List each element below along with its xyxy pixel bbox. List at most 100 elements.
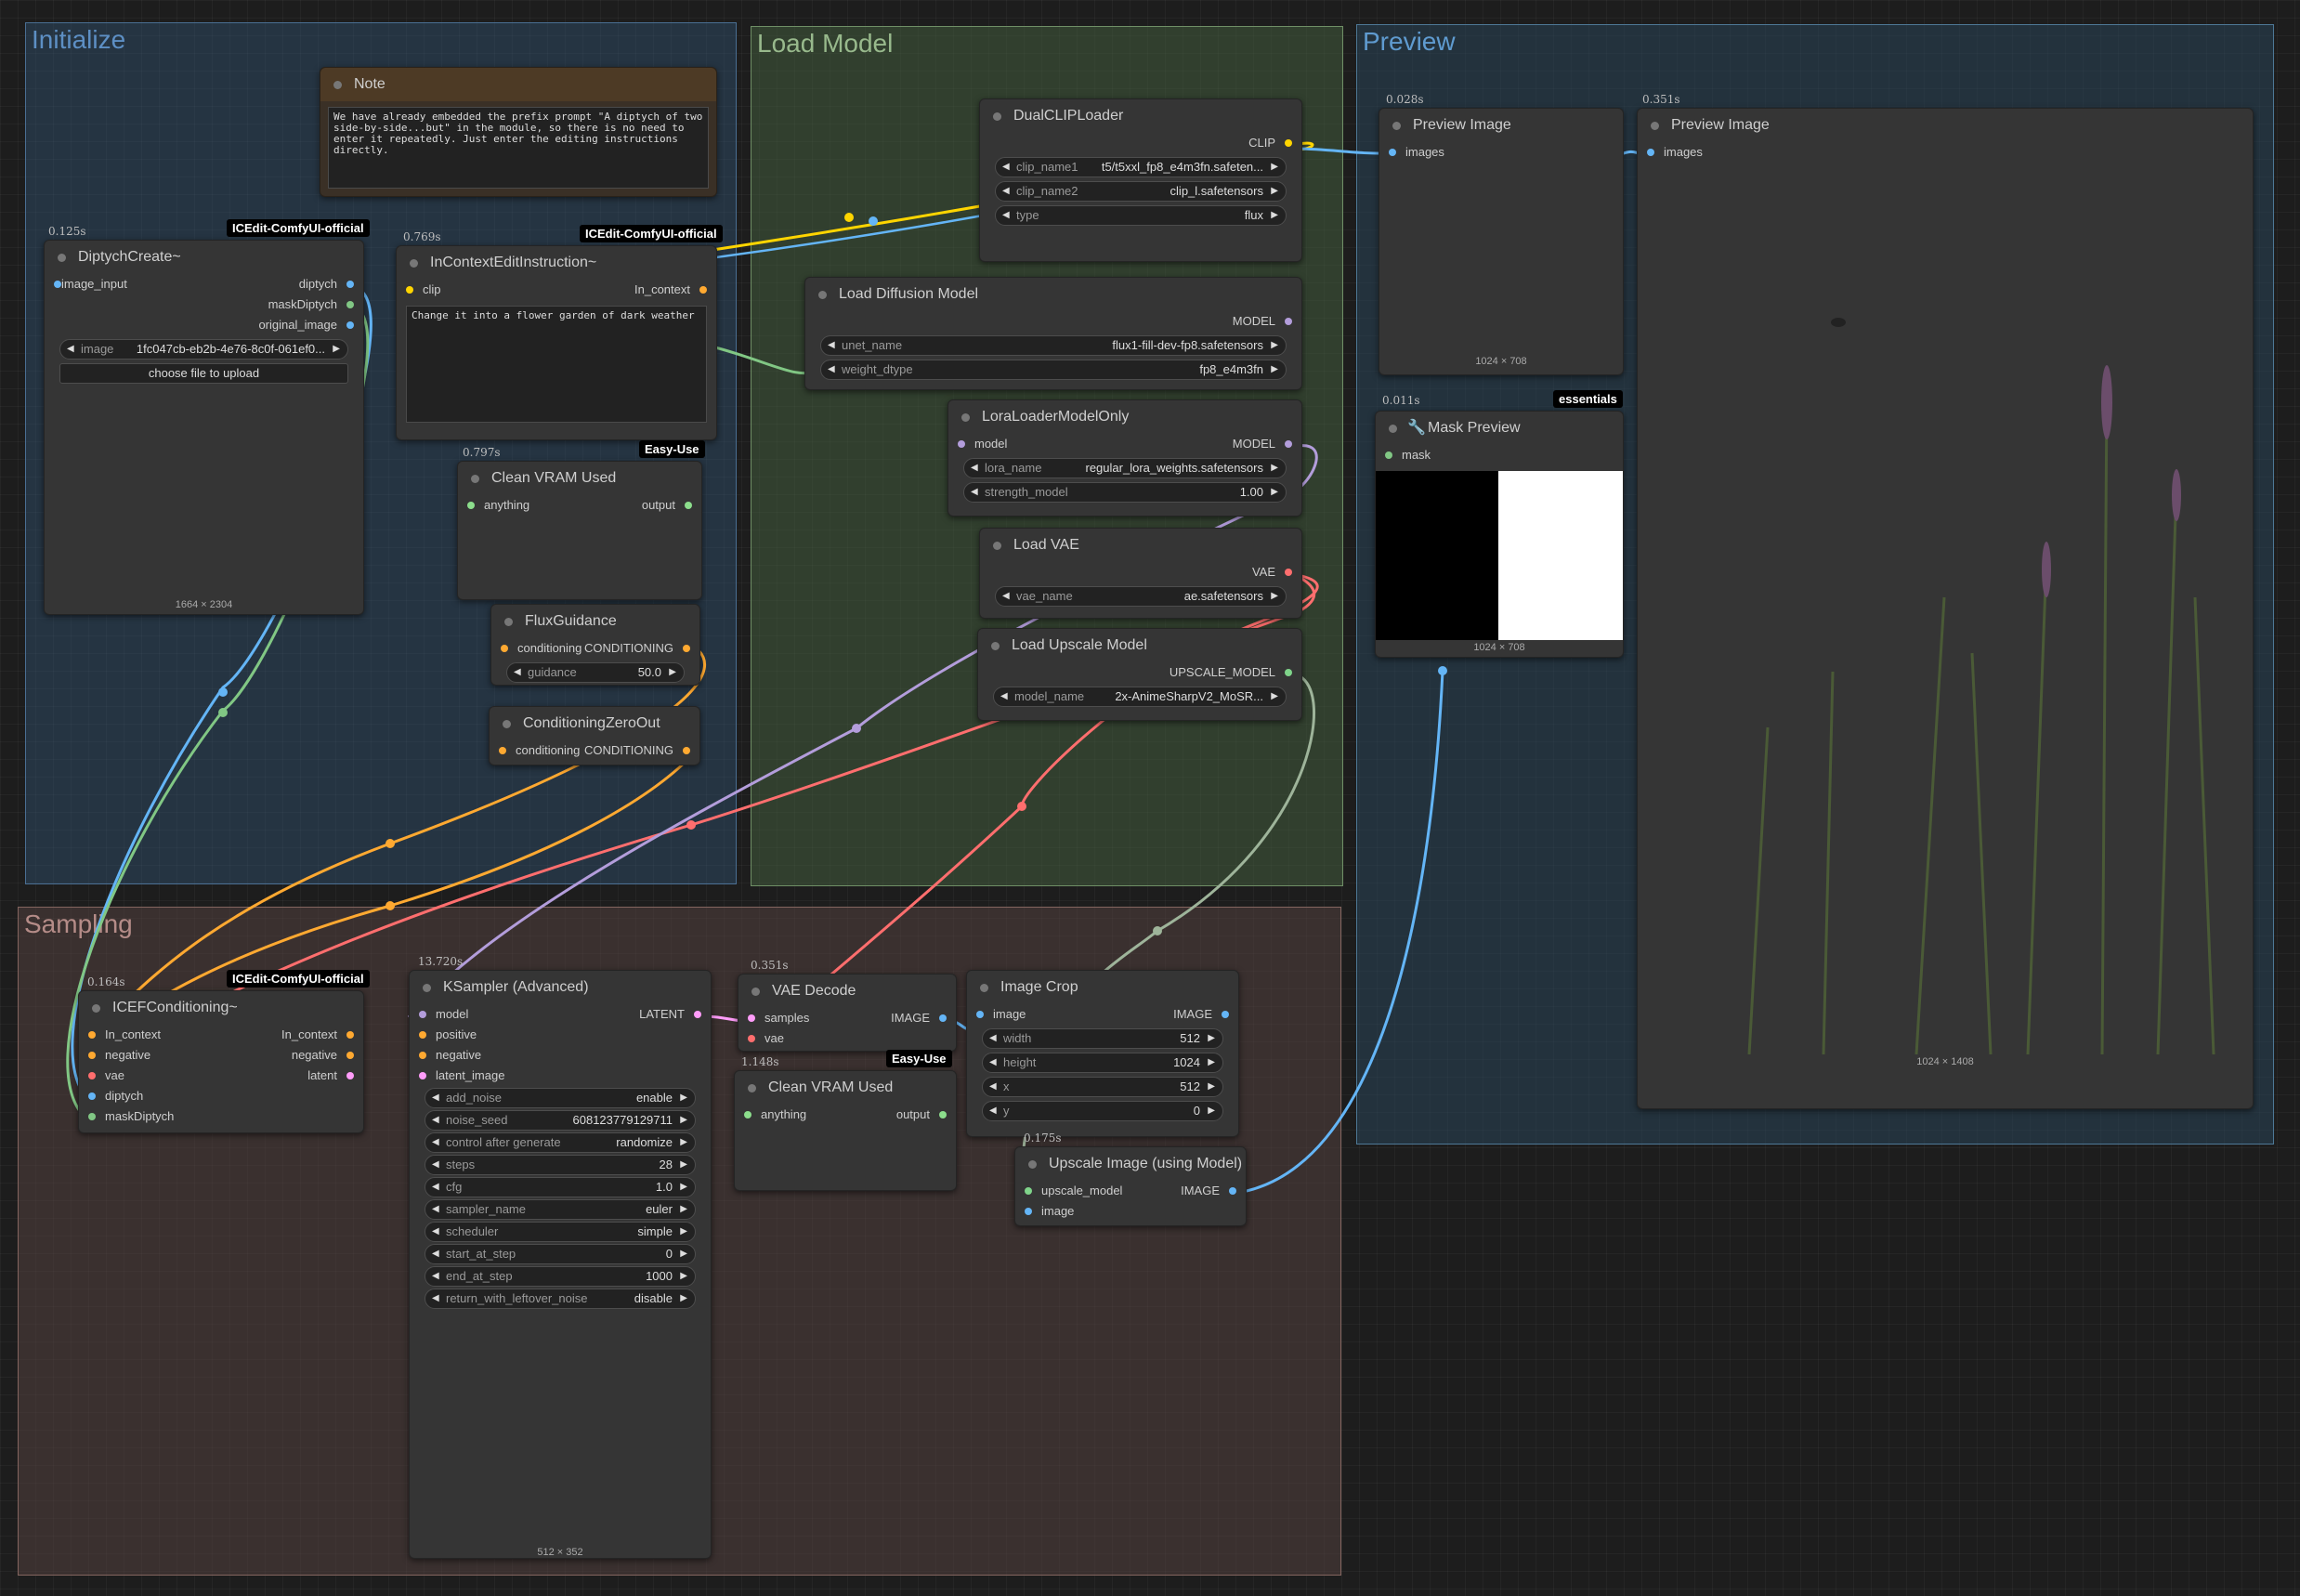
collapse-icon[interactable] [333,81,342,89]
note-node[interactable]: Note We have already embedded the prefix… [320,67,717,197]
right-arrow-icon[interactable]: ▶ [1208,1029,1215,1048]
port-row[interactable]: image IMAGE [967,1004,1238,1025]
output-port[interactable] [346,1052,354,1059]
left-arrow-icon[interactable]: ◀ [828,360,835,379]
collapse-icon[interactable] [751,988,760,996]
node-title[interactable]: Load Upscale Model [978,629,1301,662]
collapse-icon[interactable] [58,254,66,262]
node-title[interactable]: DualCLIPLoader [980,99,1301,133]
sampler-name-widget[interactable]: ◀ sampler_name euler ▶ [425,1199,696,1220]
input-port[interactable] [467,502,475,509]
output-port[interactable] [346,301,354,308]
port-row[interactable]: anything output [735,1105,956,1125]
port-row[interactable]: MODEL [805,311,1301,332]
node-title[interactable]: InContextEditInstruction~ [397,246,716,280]
output-port[interactable] [685,502,692,509]
collapse-icon[interactable] [818,291,827,299]
output-port[interactable] [1285,569,1292,576]
input-port[interactable] [419,1072,426,1079]
node-title[interactable]: Preview Image [1379,109,1623,142]
node-title[interactable]: Clean VRAM Used [458,462,701,495]
diptych-create-node[interactable]: DiptychCreate~ image_input diptych maskDi… [44,240,364,615]
noise-seed-widget[interactable]: ◀ noise_seed 608123779129711 ▶ [425,1110,696,1131]
right-arrow-icon[interactable]: ▶ [680,1111,687,1130]
output-port[interactable] [1222,1011,1229,1018]
clip-name2-widget[interactable]: ◀ clip_name2 clip_l.safetensors ▶ [995,181,1287,202]
left-arrow-icon[interactable]: ◀ [1002,587,1010,606]
left-arrow-icon[interactable]: ◀ [67,340,74,359]
output-port[interactable] [1285,669,1292,676]
left-arrow-icon[interactable]: ◀ [971,459,978,477]
left-arrow-icon[interactable]: ◀ [989,1078,997,1096]
input-port[interactable] [748,1014,755,1022]
left-arrow-icon[interactable]: ◀ [432,1267,439,1286]
load-vae-node[interactable]: Load VAE VAE ◀ vae_name ae.safetensors ▶ [979,528,1302,619]
width-widget[interactable]: ◀ width 512 ▶ [982,1028,1223,1049]
left-arrow-icon[interactable]: ◀ [432,1089,439,1107]
node-title[interactable]: 🔧 Mask Preview [1376,412,1623,445]
lora-name-widget[interactable]: ◀ lora_name regular_lora_weights.safetenso… [963,458,1287,478]
port-row[interactable]: maskDiptych [79,1106,363,1127]
right-arrow-icon[interactable]: ▶ [1271,360,1278,379]
left-arrow-icon[interactable]: ◀ [432,1111,439,1130]
ksampler-advanced-node[interactable]: KSampler (Advanced) model LATENT positive… [409,970,712,1559]
output-port[interactable] [1285,440,1292,448]
input-port[interactable] [419,1011,426,1018]
port-row[interactable]: clip In_context [397,280,716,300]
guidance-widget[interactable]: ◀ guidance 50.0 ▶ [506,662,685,683]
node-title[interactable]: KSampler (Advanced) [410,971,711,1004]
control-after-generate-widget[interactable]: ◀ control after generate randomize ▶ [425,1132,696,1153]
node-title[interactable]: Image Crop [967,971,1238,1004]
port-row[interactable]: images [1638,142,2253,163]
left-arrow-icon[interactable]: ◀ [1000,687,1008,706]
collapse-icon[interactable] [504,618,513,626]
output-port[interactable] [1285,139,1292,147]
right-arrow-icon[interactable]: ▶ [680,1245,687,1263]
add-noise-widget[interactable]: ◀ add_noise enable ▶ [425,1088,696,1108]
port-row[interactable]: model MODEL [948,434,1301,454]
input-port[interactable] [499,747,506,754]
port-row[interactable]: negative [410,1045,711,1066]
output-port[interactable] [1229,1187,1236,1195]
collapse-icon[interactable] [92,1004,100,1013]
left-arrow-icon[interactable]: ◀ [1002,182,1010,201]
output-port[interactable] [346,1031,354,1039]
output-port[interactable] [346,321,354,329]
flux-guidance-node[interactable]: FluxGuidance conditioning CONDITIONING ◀ g… [490,604,700,686]
input-port[interactable] [1025,1187,1032,1195]
right-arrow-icon[interactable]: ▶ [333,340,340,359]
node-title[interactable]: Preview Image [1638,109,2253,142]
node-title[interactable]: Load Diffusion Model [805,278,1301,311]
x-widget[interactable]: ◀ x 512 ▶ [982,1077,1223,1097]
output-mask-diptych[interactable]: maskDiptych [45,294,363,315]
output-port[interactable] [699,286,707,294]
right-arrow-icon[interactable]: ▶ [680,1289,687,1308]
right-arrow-icon[interactable]: ▶ [1271,587,1278,606]
left-arrow-icon[interactable]: ◀ [989,1053,997,1072]
node-title[interactable]: LoraLoaderModelOnly [948,400,1301,434]
collapse-icon[interactable] [961,413,970,422]
left-arrow-icon[interactable]: ◀ [432,1245,439,1263]
clean-vram-node[interactable]: Clean VRAM Used anything output [457,461,702,600]
mask-preview-node[interactable]: 🔧 Mask Preview mask 1024 × 708 [1375,411,1624,658]
input-port[interactable] [1389,149,1396,156]
output-original-image[interactable]: original_image [45,315,363,335]
load-upscale-model-node[interactable]: Load Upscale Model UPSCALE_MODEL ◀ model_… [977,628,1302,721]
input-port[interactable] [748,1035,755,1042]
node-title[interactable]: Note [320,68,716,101]
icef-conditioning-node[interactable]: ICEFConditioning~ In_context In_context n… [78,990,364,1133]
output-port[interactable] [694,1011,701,1018]
input-port[interactable] [744,1111,751,1119]
output-port[interactable] [346,1072,354,1079]
port-row[interactable]: upscale_model IMAGE [1015,1181,1246,1201]
input-port[interactable] [958,440,965,448]
input-port[interactable] [1025,1208,1032,1215]
output-port[interactable] [939,1111,947,1119]
port-row[interactable]: diptych [79,1086,363,1106]
image-crop-node[interactable]: Image Crop image IMAGE ◀ width 512 ▶ ◀ height… [966,970,1239,1137]
image-select[interactable]: ◀ image 1fc047cb-eb2b-4e76-8c0f-061ef0... ▶ [59,339,348,360]
collapse-icon[interactable] [991,642,1000,650]
scheduler-widget[interactable]: ◀ scheduler simple ▶ [425,1222,696,1242]
input-port[interactable] [1385,451,1392,459]
right-arrow-icon[interactable]: ▶ [680,1156,687,1174]
